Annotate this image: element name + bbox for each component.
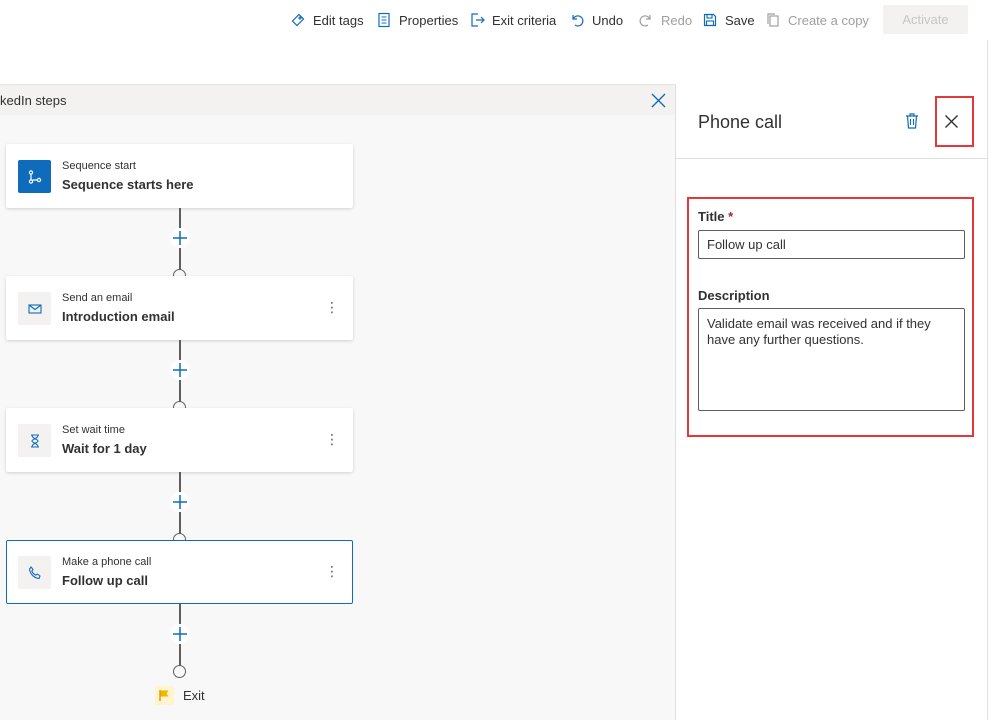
phone-icon [18, 556, 51, 589]
description-textarea[interactable]: Validate email was received and if they … [698, 308, 965, 411]
undo-label: Undo [592, 12, 624, 28]
pane-header: Phone call [676, 84, 988, 159]
step-subtitle: Send an email [62, 292, 133, 304]
pane-title: Phone call [698, 112, 783, 132]
save-icon [703, 13, 717, 27]
sequence-designer-canvas[interactable]: kedIn steps Sequence start Sequence star… [0, 84, 675, 720]
more-options-icon[interactable]: ⋮ [325, 298, 339, 318]
exit-label: Exit [183, 687, 205, 703]
step-title: Introduction email [62, 309, 175, 324]
copy-icon [767, 13, 779, 27]
exit-criteria-icon [471, 13, 485, 27]
connector-node [173, 665, 186, 678]
canvas-title: kedIn steps [0, 93, 67, 108]
edit-tags-label: Edit tags [313, 12, 364, 28]
email-icon [18, 292, 51, 325]
step-subtitle: Sequence start [62, 160, 136, 172]
properties-button[interactable]: Properties [376, 10, 458, 30]
undo-icon [572, 15, 584, 27]
exit-criteria-label: Exit criteria [492, 12, 557, 28]
close-icon[interactable] [650, 92, 667, 109]
exit-criteria-button[interactable]: Exit criteria [469, 10, 556, 30]
title-field-label: Title * [698, 209, 733, 224]
add-step-button[interactable] [170, 624, 190, 644]
edit-tags-button[interactable]: Edit tags [290, 10, 364, 30]
redo-icon [639, 15, 651, 27]
properties-icon [378, 12, 390, 28]
save-label: Save [725, 12, 755, 28]
plus-icon [173, 627, 187, 641]
plus-icon [173, 363, 187, 377]
description-field-label: Description [698, 288, 770, 303]
step-subtitle: Set wait time [62, 424, 125, 436]
add-step-button[interactable] [170, 492, 190, 512]
redo-label: Redo [661, 12, 693, 28]
sequence-start-icon [18, 160, 51, 193]
delete-icon[interactable] [904, 112, 920, 130]
more-options-icon[interactable]: ⋮ [325, 430, 339, 450]
exit-step: Exit [155, 683, 205, 707]
step-details-pane: Phone call Title * Follow up call Descri… [675, 84, 988, 720]
properties-label: Properties [399, 12, 459, 28]
tag-icon [291, 13, 305, 27]
step-subtitle: Make a phone call [62, 556, 152, 568]
required-marker: * [728, 209, 734, 224]
step-title: Sequence starts here [62, 177, 194, 192]
flag-icon [155, 685, 174, 705]
canvas-header: kedIn steps [0, 85, 675, 115]
plus-icon [173, 495, 187, 509]
more-options-icon[interactable]: ⋮ [325, 562, 339, 582]
add-step-button[interactable] [170, 360, 190, 380]
add-step-button[interactable] [170, 228, 190, 248]
close-pane-icon[interactable] [944, 114, 959, 129]
command-bar: Edit tags Properties Exit criteria Undo … [0, 0, 990, 40]
hourglass-icon [18, 424, 51, 457]
step-card-phone-call[interactable]: Make a phone call Follow up call ⋮ [6, 540, 353, 604]
redo-button[interactable]: Redo [638, 10, 692, 30]
step-card-send-email[interactable]: Send an email Introduction email ⋮ [6, 276, 353, 340]
title-input[interactable]: Follow up call [698, 230, 965, 259]
create-copy-label: Create a copy [788, 12, 869, 28]
create-copy-button[interactable]: Create a copy [765, 10, 869, 30]
save-button[interactable]: Save [702, 10, 755, 30]
step-title: Wait for 1 day [62, 441, 147, 456]
step-card-sequence-start[interactable]: Sequence start Sequence starts here [6, 144, 353, 208]
activate-button[interactable]: Activate [883, 5, 968, 34]
title-label-text: Title [698, 209, 725, 224]
step-title: Follow up call [62, 573, 148, 588]
undo-button[interactable]: Undo [569, 10, 623, 30]
plus-icon [173, 231, 187, 245]
step-card-wait-time[interactable]: Set wait time Wait for 1 day ⋮ [6, 408, 353, 472]
